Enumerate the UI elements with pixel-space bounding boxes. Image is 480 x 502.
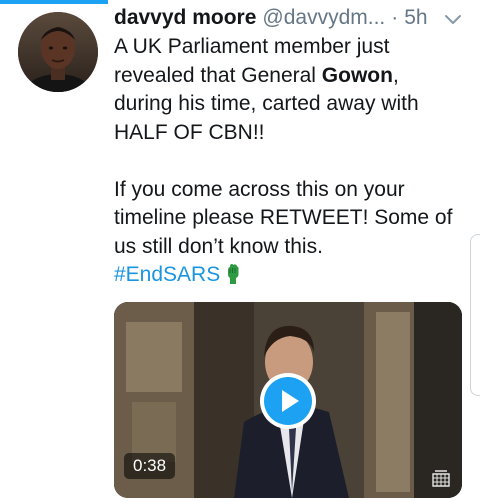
user-handle[interactable]: @davvydm... [262,4,385,32]
tweet-paragraph-2: If you come across this on your timeline… [114,177,453,258]
raised-fist-icon [226,264,240,293]
tweet-paragraph-1: A UK Parliament member just revealed tha… [114,33,459,147]
video-player[interactable]: 0:38 [114,302,462,498]
portcullis-icon [432,470,450,487]
tweet-text-bold: Gowon [321,63,393,87]
timestamp[interactable]: 5h [404,4,427,32]
hashtag-link[interactable]: #EndSARS [114,263,220,286]
video-duration: 0:38 [124,453,176,479]
scroll-handle[interactable] [470,234,480,396]
chevron-down-icon[interactable] [442,8,464,30]
separator-dot: · [391,6,399,29]
active-tab-indicator [0,0,108,4]
display-name[interactable]: davvyd moore [114,4,256,32]
hashtag-line: #EndSARS [114,261,459,293]
avatar-photo [18,12,98,92]
tweet-text: A UK Parliament member just revealed tha… [114,33,459,293]
play-icon[interactable] [259,372,317,430]
avatar[interactable] [18,12,98,92]
tweet-header: davvyd moore @davvydm... · 5h [114,4,464,32]
